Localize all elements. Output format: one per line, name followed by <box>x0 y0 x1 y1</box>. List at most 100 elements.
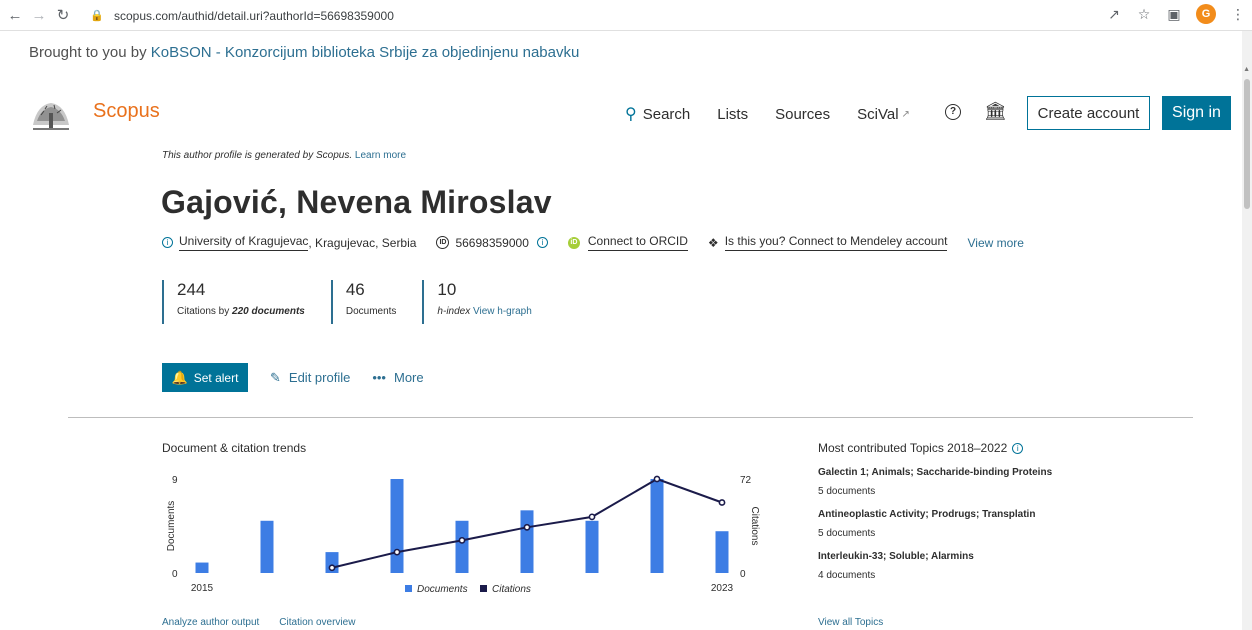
documents-bar <box>195 562 209 573</box>
hindex-label: h-index View h-graph <box>437 306 531 317</box>
hindex-value: 10 <box>437 280 457 299</box>
generated-note-text: This author profile is generated by Scop… <box>162 150 353 161</box>
reload-icon[interactable]: ↻ <box>54 6 72 24</box>
share-icon[interactable]: ↗ <box>1106 6 1122 22</box>
scopus-id-icon: ID <box>436 236 450 249</box>
y-left-axis-label: Documents <box>166 501 177 552</box>
back-arrow-icon[interactable]: ← <box>6 6 24 24</box>
scopus-wordmark[interactable]: Scopus <box>93 100 160 123</box>
mendeley-icon: ❖ <box>707 235 719 250</box>
y-right-axis-label: Citations <box>749 507 760 546</box>
bookmark-star-icon[interactable]: ☆ <box>1136 6 1152 22</box>
documents-bar <box>520 510 534 573</box>
citations-label-prefix: Citations by <box>177 306 233 317</box>
nav-lists[interactable]: Lists <box>717 106 748 123</box>
topic-name: Antineoplastic Activity; Prodrugs; Trans… <box>818 509 1036 520</box>
info-icon[interactable]: i <box>162 237 173 248</box>
x-tick-first: 2015 <box>191 583 214 594</box>
edit-profile-link[interactable]: ✎ Edit profile <box>270 370 350 386</box>
profile-avatar[interactable]: G <box>1196 4 1216 24</box>
author-id-info-icon[interactable]: i <box>536 237 548 248</box>
citations-point <box>328 564 336 572</box>
documents-bar <box>390 479 404 573</box>
topics-title: Most contributed Topics 2018–2022 i <box>818 441 1118 455</box>
citations-point <box>458 536 466 544</box>
citations-point <box>393 548 401 556</box>
sign-in-button[interactable]: Sign in <box>1162 96 1231 130</box>
documents-bar <box>585 520 599 573</box>
institution-icon[interactable]: 🏛 <box>984 101 1007 122</box>
metric-documents: 46 Documents <box>330 280 397 324</box>
institution-banner: Brought to you by KoBSON - Konzorcijum b… <box>29 44 579 61</box>
citations-point <box>653 475 661 483</box>
address-bar[interactable]: 🔒 scopus.com/authid/detail.uri?authorId=… <box>90 4 1102 27</box>
page-scrollbar[interactable]: ▲ <box>1242 31 1252 630</box>
view-hgraph-link[interactable]: View h-graph <box>473 306 532 317</box>
site-header: Scopus ⚲ Search Lists Sources SciVal ↗ ?… <box>0 92 1242 134</box>
author-name: Gajović, Nevena Miroslav <box>161 184 552 220</box>
topics-panel: Most contributed Topics 2018–2022 i Gale… <box>818 441 1118 581</box>
bell-icon: 🔔 <box>171 369 188 385</box>
institution-link[interactable]: KoBSON - Konzorcijum biblioteka Srbije z… <box>151 44 580 61</box>
topic-item: Galectin 1; Animals; Saccharide-binding … <box>818 467 1118 497</box>
topic-count: 4 documents <box>818 570 876 581</box>
topic-item: Antineoplastic Activity; Prodrugs; Trans… <box>818 509 1118 539</box>
analyze-author-output-link[interactable]: Analyze author output <box>162 617 259 628</box>
orcid-icon: iD <box>567 236 580 249</box>
legend-citations-swatch <box>480 585 487 592</box>
banner-prefix: Brought to you by <box>29 44 151 61</box>
citations-point <box>588 513 596 521</box>
topics-title-text: Most contributed Topics 2018–2022 <box>818 441 1008 455</box>
document-citation-trend-chart[interactable]: 9 0 Documents 72 0 Citations 2015 2023 Documents… <box>162 466 767 601</box>
citations-label: Citations by 220 documents <box>177 306 305 317</box>
x-tick-last: 2023 <box>711 583 734 594</box>
topic-name: Interleukin-33; Soluble; Alarmins <box>818 551 974 562</box>
forward-arrow-icon[interactable]: → <box>30 6 48 24</box>
documents-bar <box>715 531 729 573</box>
view-more-link[interactable]: View more <box>967 236 1023 250</box>
connect-mendeley-link[interactable]: Is this you? Connect to Mendeley account <box>724 234 948 251</box>
set-alert-button[interactable]: 🔔 Set alert <box>162 363 248 392</box>
scroll-up-arrow-icon[interactable]: ▲ <box>1243 66 1250 73</box>
chart-links: Analyze author output Citation overview <box>162 617 375 628</box>
author-id: 56698359000 <box>455 235 529 250</box>
edit-profile-label: Edit profile <box>288 370 351 385</box>
documents-bar <box>455 520 469 573</box>
profile-actions: 🔔 Set alert ✎ Edit profile ••• More <box>162 363 424 392</box>
elsevier-tree-logo-icon[interactable] <box>27 95 75 133</box>
legend-documents-label: Documents <box>417 584 468 595</box>
learn-more-link[interactable]: Learn more <box>355 150 406 161</box>
set-alert-label: Set alert <box>193 370 239 385</box>
citation-overview-link[interactable]: Citation overview <box>279 617 355 628</box>
more-menu-link[interactable]: ••• More <box>372 370 423 385</box>
affiliation-link[interactable]: University of Kragujevac <box>179 234 309 251</box>
documents-bar <box>260 520 274 573</box>
citations-documents-count[interactable]: 220 documents <box>232 306 305 317</box>
y-left-tick-min: 0 <box>172 569 178 580</box>
nav-search-label: Search <box>642 105 691 123</box>
metric-hindex: 10 h-index View h-graph <box>422 280 532 324</box>
citations-point <box>523 523 531 531</box>
y-left-tick-max: 9 <box>172 475 178 486</box>
nav-sources[interactable]: Sources <box>775 106 830 123</box>
citations-count: 244 <box>177 280 206 299</box>
create-account-button[interactable]: Create account <box>1027 96 1150 130</box>
scroll-thumb[interactable] <box>1244 79 1250 209</box>
nav-search[interactable]: ⚲ Search <box>625 104 690 124</box>
top-navigation: ⚲ Search Lists Sources SciVal ↗ <box>625 104 937 124</box>
search-icon: ⚲ <box>625 106 637 123</box>
documents-bar <box>650 479 664 573</box>
documents-label: Documents <box>345 306 397 317</box>
connect-orcid-link[interactable]: Connect to ORCID <box>587 234 688 251</box>
topics-info-icon[interactable]: i <box>1012 442 1024 454</box>
kebab-menu-icon[interactable]: ⋮ <box>1230 6 1246 22</box>
more-dots-icon: ••• <box>372 370 386 385</box>
side-panel-icon[interactable]: ▣ <box>1166 6 1182 22</box>
view-all-topics-link[interactable]: View all Topics <box>818 617 883 628</box>
help-icon[interactable]: ? <box>945 104 961 120</box>
y-right-tick-min: 0 <box>740 569 746 580</box>
more-label: More <box>393 370 424 385</box>
legend-citations-label: Citations <box>492 584 531 595</box>
hindex-text: h-index <box>437 306 471 317</box>
nav-scival[interactable]: SciVal ↗ <box>857 106 910 123</box>
